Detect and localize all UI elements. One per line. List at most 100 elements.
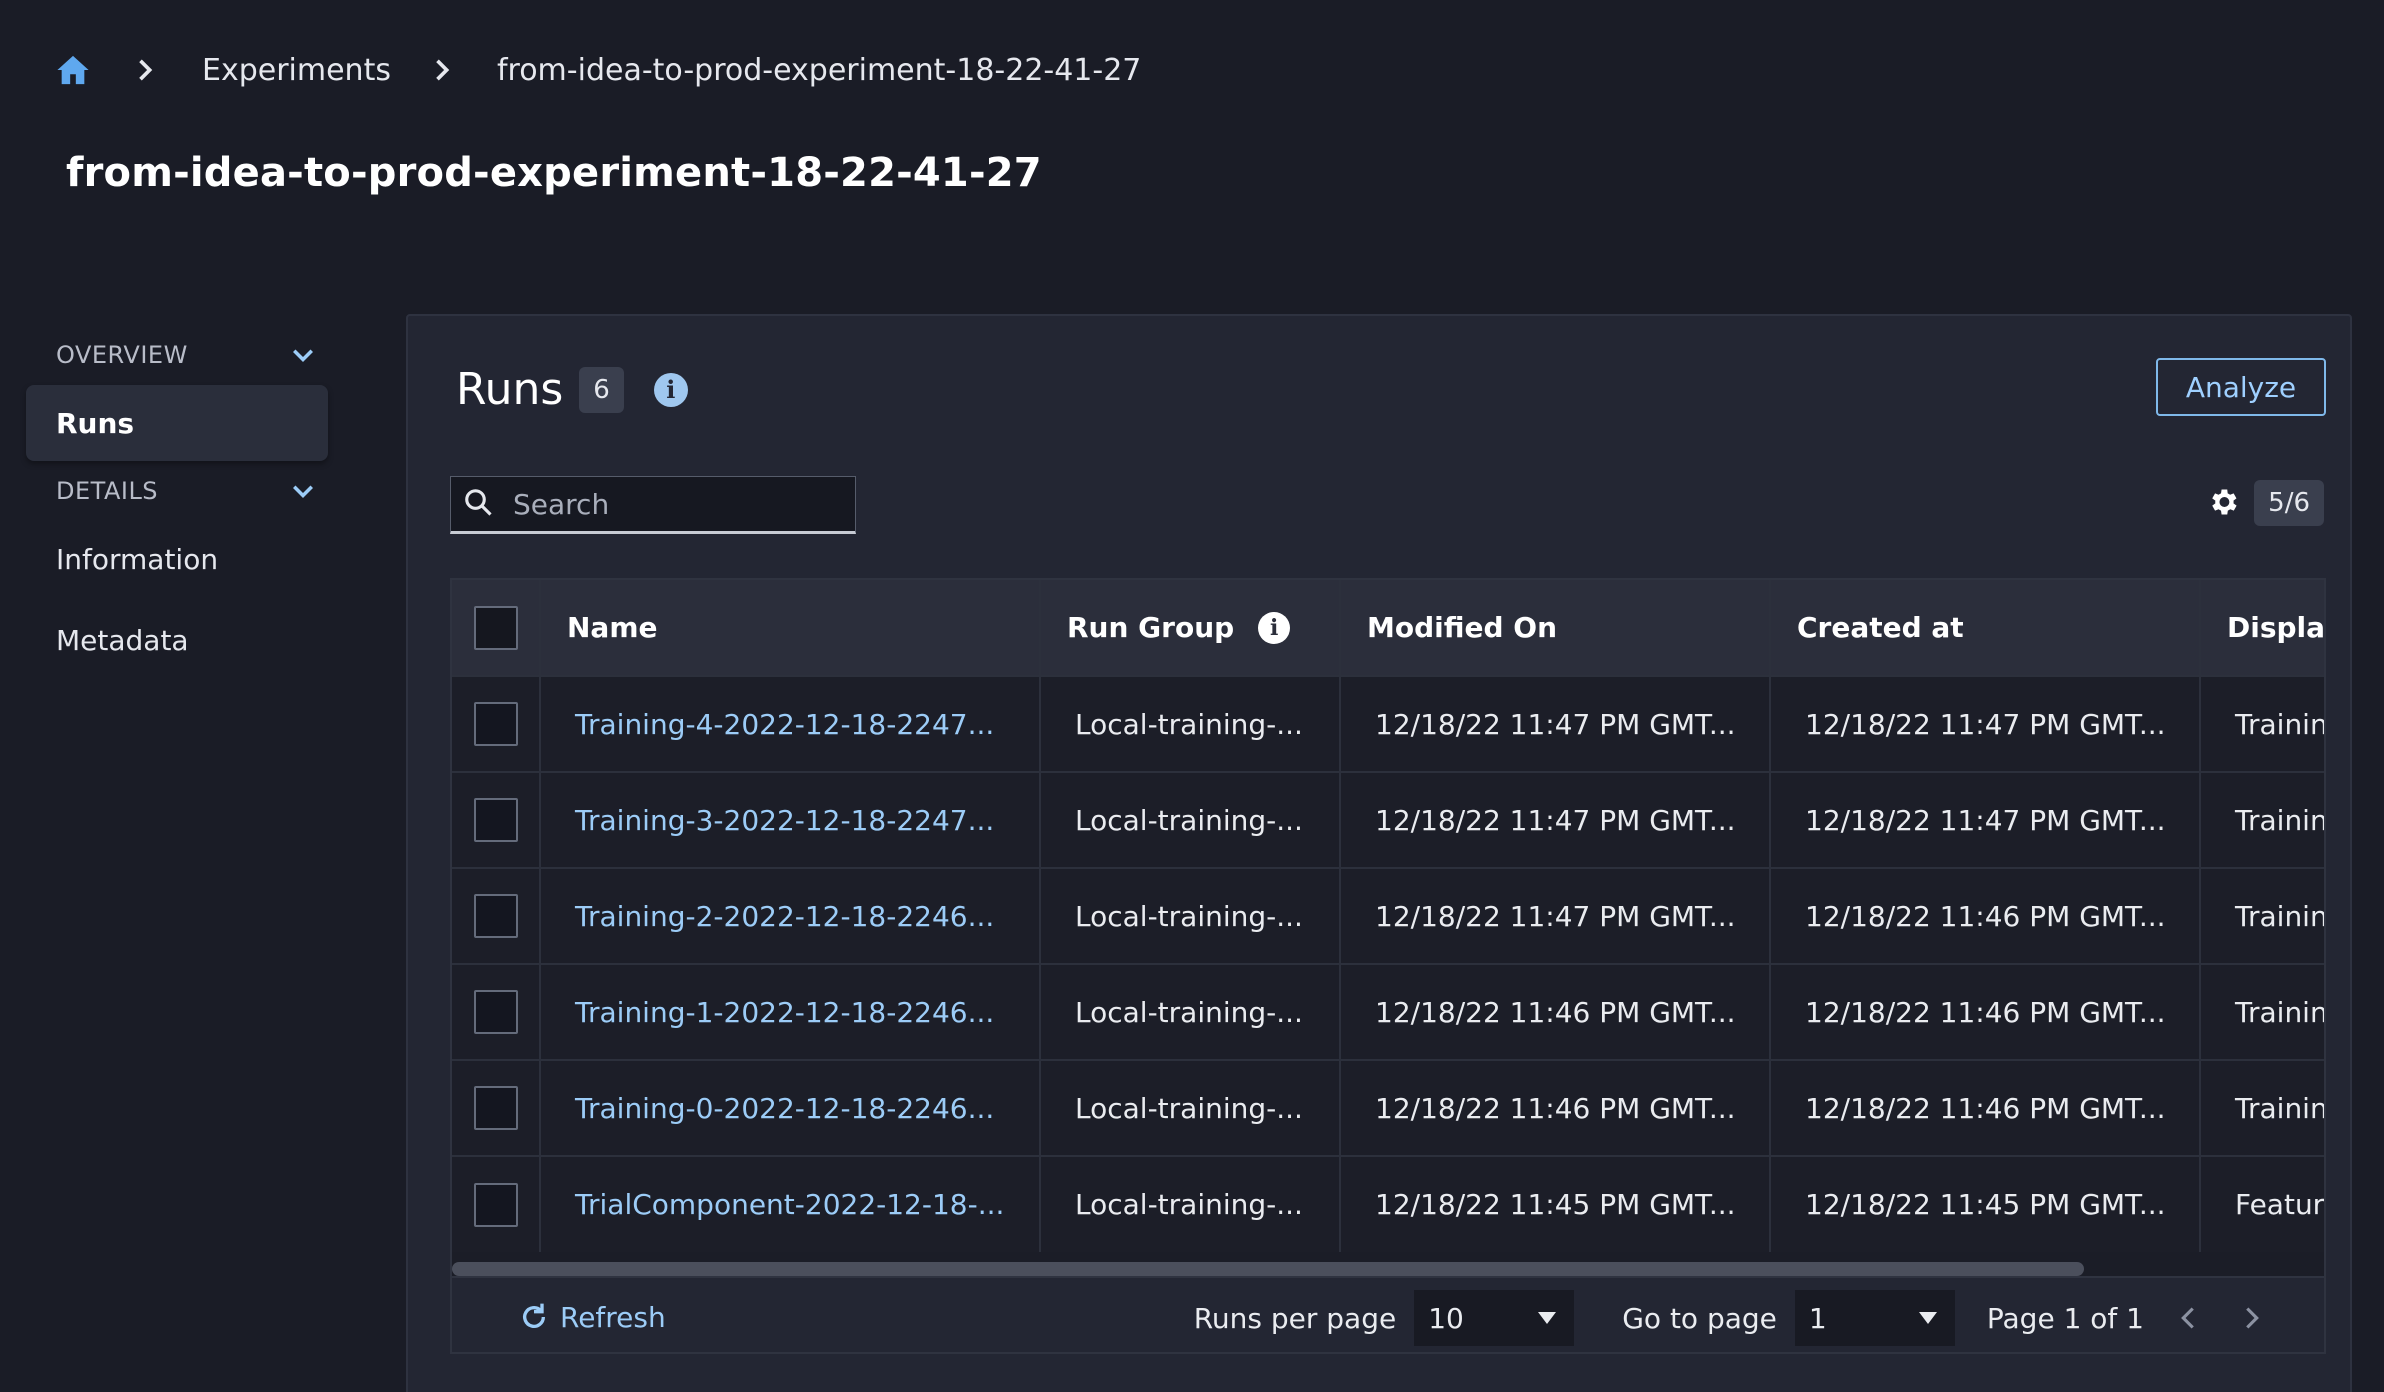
pagination-controls: Runs per page 10 Go to page 1 Page 1 of …	[1193, 1278, 2324, 1352]
modified-on-cell: 12/18/22 11:46 PM GMT...	[1340, 964, 1771, 1060]
table-row: Training-1-2022-12-18-2246... Local-trai…	[452, 964, 2324, 1060]
row-checkbox[interactable]	[474, 1182, 518, 1227]
table-header-row: Name Run Group i Modified On Created at D…	[452, 580, 2324, 676]
select-all-cell	[452, 580, 541, 676]
row-select-cell	[452, 676, 541, 772]
sidebar-item-runs[interactable]: Runs	[26, 385, 328, 461]
column-header-created-at[interactable]: Created at	[1770, 580, 2201, 676]
row-checkbox[interactable]	[474, 798, 518, 842]
created-at-cell: 12/18/22 11:46 PM GMT...	[1770, 964, 2201, 1060]
row-select-cell	[452, 772, 541, 868]
horizontal-scrollbar[interactable]	[452, 1262, 2084, 1276]
caret-down-icon	[1918, 1312, 1937, 1324]
created-at-cell: 12/18/22 11:47 PM GMT...	[1770, 676, 2201, 772]
runs-per-page-label: Runs per page	[1193, 1301, 1397, 1335]
chevron-right-icon	[433, 59, 455, 81]
table-row: TrialComponent-2022-12-18-... Local-trai…	[452, 1156, 2324, 1252]
runs-per-page-value: 10	[1428, 1301, 1464, 1335]
sidebar-item-information[interactable]: Information	[26, 521, 328, 597]
runs-table: Name Run Group i Modified On Created at D…	[452, 580, 2324, 1252]
row-select-cell	[452, 1060, 541, 1156]
refresh-button[interactable]: Refresh	[518, 1301, 666, 1334]
table-row: Training-2-2022-12-18-2246... Local-trai…	[452, 868, 2324, 964]
run-group-cell: Local-training-...	[1040, 1156, 1341, 1252]
breadcrumb: Experiments from-idea-to-prod-experiment…	[56, 46, 1141, 94]
row-checkbox[interactable]	[474, 702, 518, 746]
analyze-button[interactable]: Analyze	[2156, 358, 2326, 416]
info-icon[interactable]: i	[653, 372, 688, 407]
run-name-link[interactable]: Training-3-2022-12-18-2247...	[575, 804, 994, 837]
runs-per-page-select[interactable]: 10	[1414, 1290, 1575, 1346]
info-icon[interactable]: i	[1258, 611, 1291, 644]
table-row: Training-0-2022-12-18-2246... Local-trai…	[452, 1060, 2324, 1156]
caret-down-icon	[1538, 1312, 1557, 1324]
sidebar-section-overview[interactable]: OVERVIEW	[26, 330, 328, 380]
modified-on-cell: 12/18/22 11:46 PM GMT...	[1340, 1060, 1771, 1156]
run-name-link[interactable]: TrialComponent-2022-12-18-...	[575, 1188, 1004, 1221]
modified-on-cell: 12/18/22 11:47 PM GMT...	[1340, 772, 1771, 868]
column-header-label: Run Group	[1067, 611, 1235, 644]
runs-table-container: Name Run Group i Modified On Created at D…	[450, 578, 2326, 1354]
display-cell: Trainin	[2200, 964, 2324, 1060]
page-info: Page 1 of 1	[1986, 1301, 2144, 1335]
created-at-cell: 12/18/22 11:47 PM GMT...	[1770, 772, 2201, 868]
run-name-cell: Training-0-2022-12-18-2246...	[540, 1060, 1041, 1156]
home-icon[interactable]	[56, 52, 92, 88]
refresh-label: Refresh	[560, 1300, 666, 1334]
created-at-cell: 12/18/22 11:45 PM GMT...	[1770, 1156, 2201, 1252]
chevron-left-icon[interactable]	[2168, 1298, 2208, 1338]
chevron-right-icon[interactable]	[2232, 1298, 2272, 1338]
go-to-page-value: 1	[1808, 1301, 1827, 1335]
column-header-display[interactable]: Display	[2200, 580, 2324, 676]
runs-panel: Runs 6 i Analyze 5/6	[406, 314, 2352, 1392]
row-select-cell	[452, 1156, 541, 1252]
run-name-link[interactable]: Training-4-2022-12-18-2247...	[575, 708, 994, 741]
search-box	[450, 476, 856, 534]
row-checkbox[interactable]	[474, 1086, 518, 1130]
gear-icon[interactable]	[2206, 485, 2242, 521]
run-group-cell: Local-training-...	[1040, 772, 1341, 868]
run-group-cell: Local-training-...	[1040, 1060, 1341, 1156]
run-group-cell: Local-training-...	[1040, 964, 1341, 1060]
column-header-name[interactable]: Name	[540, 580, 1041, 676]
go-to-page-label: Go to page	[1622, 1301, 1777, 1335]
chevron-down-icon	[292, 341, 314, 369]
sidebar-section-label: OVERVIEW	[56, 341, 188, 369]
sidebar-item-metadata[interactable]: Metadata	[26, 602, 328, 678]
display-cell: Trainin	[2200, 676, 2324, 772]
display-cell: Trainin	[2200, 1060, 2324, 1156]
breadcrumb-current-experiment: from-idea-to-prod-experiment-18-22-41-27	[496, 52, 1142, 88]
sidebar-section-label: DETAILS	[56, 477, 159, 505]
created-at-cell: 12/18/22 11:46 PM GMT...	[1770, 1060, 2201, 1156]
chevron-right-icon	[136, 59, 158, 81]
search-icon	[463, 487, 493, 521]
row-select-cell	[452, 964, 541, 1060]
sidebar-item-label: Metadata	[56, 623, 189, 657]
run-name-link[interactable]: Training-2-2022-12-18-2246...	[575, 900, 994, 933]
search-input[interactable]	[513, 487, 833, 521]
modified-on-cell: 12/18/22 11:47 PM GMT...	[1340, 868, 1771, 964]
run-name-cell: Training-4-2022-12-18-2247...	[540, 676, 1041, 772]
display-cell: Featur	[2200, 1156, 2324, 1252]
sidebar: OVERVIEW Runs DETAILS Information Metada…	[26, 330, 328, 683]
runs-count-badge: 6	[579, 366, 624, 413]
table-preferences: 5/6	[2206, 480, 2324, 526]
select-all-checkbox[interactable]	[474, 605, 518, 650]
column-header-modified-on[interactable]: Modified On	[1340, 580, 1771, 676]
row-checkbox[interactable]	[474, 894, 518, 938]
run-name-cell: TrialComponent-2022-12-18-...	[540, 1156, 1041, 1252]
runs-header: Runs 6 i	[456, 364, 688, 415]
row-checkbox[interactable]	[474, 990, 518, 1034]
sidebar-item-label: Runs	[56, 406, 135, 440]
sidebar-section-details[interactable]: DETAILS	[26, 466, 328, 516]
run-name-link[interactable]: Training-1-2022-12-18-2246...	[575, 996, 994, 1029]
run-name-cell: Training-2-2022-12-18-2246...	[540, 868, 1041, 964]
table-footer: Refresh Runs per page 10 Go to page 1 Pa…	[452, 1276, 2324, 1352]
modified-on-cell: 12/18/22 11:47 PM GMT...	[1340, 676, 1771, 772]
refresh-icon	[518, 1301, 550, 1333]
column-header-run-group[interactable]: Run Group i	[1040, 580, 1341, 676]
breadcrumb-experiments[interactable]: Experiments	[202, 53, 391, 88]
go-to-page-select[interactable]: 1	[1794, 1290, 1955, 1346]
run-group-cell: Local-training-...	[1040, 868, 1341, 964]
run-name-link[interactable]: Training-0-2022-12-18-2246...	[575, 1092, 994, 1125]
